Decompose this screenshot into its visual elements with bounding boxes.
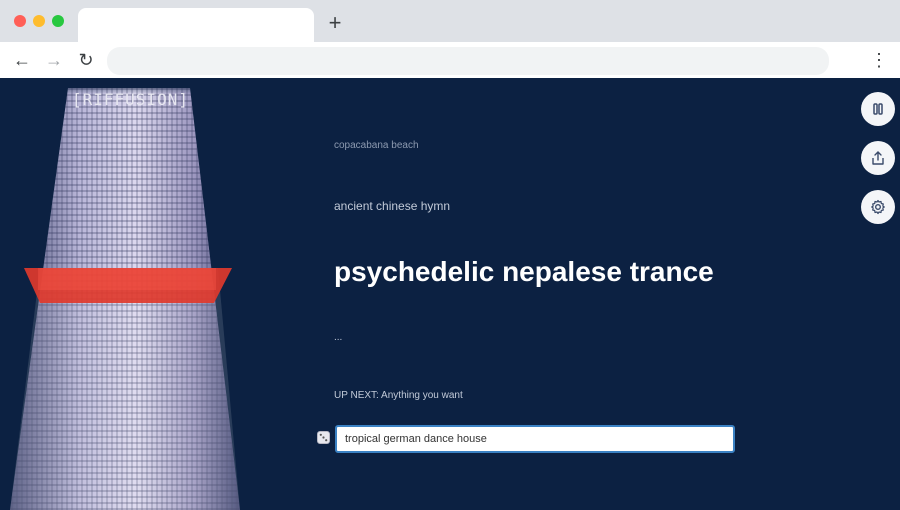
gear-icon — [871, 199, 885, 215]
spectrogram-visualization — [0, 78, 260, 510]
up-next-label: UP NEXT: Anything you want — [334, 390, 463, 401]
current-prompt: psychedelic nepalese trance — [334, 256, 714, 287]
maximize-window-button[interactable] — [52, 15, 64, 27]
back-button[interactable]: ← — [12, 50, 32, 70]
pause-icon — [873, 103, 883, 115]
forward-button[interactable]: → — [44, 50, 64, 70]
dice-icon[interactable] — [317, 431, 330, 444]
riffusion-page: [RIFFUSION] copacabana beach ancient chi… — [0, 78, 900, 510]
share-button[interactable] — [861, 141, 895, 175]
browser-chrome: + ← → ↻ ⋮ — [0, 0, 900, 78]
prompt-history-item: ancient chinese hymn — [334, 199, 451, 213]
minimize-window-button[interactable] — [33, 15, 45, 27]
prompt-input[interactable] — [335, 425, 735, 453]
prompt-history-item: copacabana beach — [334, 140, 419, 151]
address-bar[interactable] — [107, 47, 829, 75]
reload-button[interactable]: ↻ — [76, 50, 96, 70]
tab-bar: + — [0, 0, 900, 42]
next-prompt-placeholder: ... — [334, 332, 343, 343]
new-tab-button[interactable]: + — [325, 12, 345, 34]
browser-toolbar: ← → ↻ ⋮ — [0, 42, 900, 78]
close-window-button[interactable] — [14, 15, 26, 27]
settings-button[interactable] — [861, 190, 895, 224]
riffusion-logo: [RIFFUSION] — [72, 90, 189, 109]
browser-tab[interactable] — [78, 8, 314, 42]
browser-menu-button[interactable]: ⋮ — [870, 50, 888, 70]
share-icon — [872, 151, 884, 165]
pause-button[interactable] — [861, 92, 895, 126]
